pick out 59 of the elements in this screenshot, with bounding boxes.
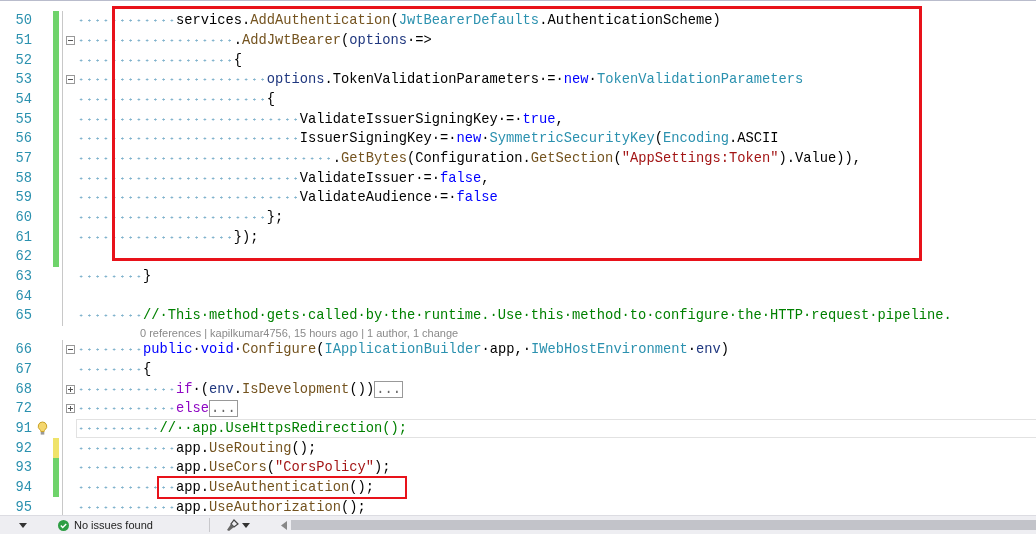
line-number: 55 [14, 111, 32, 127]
code-line: }); [77, 229, 259, 245]
check-circle-icon [58, 519, 69, 531]
code-line: services.AddAuthentication(JwtBearerDefaults.AuthenticationScheme) [77, 13, 721, 29]
expand-icon[interactable] [65, 384, 75, 394]
code-line: IssuerSigningKey·=·new·SymmetricSecurityKey(Encoding.ASCII [77, 131, 779, 147]
line-number: 91 [14, 421, 32, 437]
caret-icon[interactable] [19, 522, 27, 528]
status-message: No issues found [74, 519, 153, 531]
code-line: app.UseAuthorization(); [77, 499, 366, 515]
horizontal-scrollbar[interactable] [290, 520, 1036, 530]
code-line: app.UseCors("CorsPolicy"); [77, 460, 391, 476]
line-number: 63 [14, 268, 32, 284]
line-number: 53 [14, 72, 32, 88]
line-number: 68 [14, 381, 32, 397]
code-line: } [77, 268, 152, 284]
line-number: 67 [14, 362, 32, 378]
collapse-icon[interactable] [65, 75, 75, 85]
collapse-icon[interactable] [65, 36, 75, 45]
line-number: 92 [14, 440, 32, 456]
code-line: .AddJwtBearer(options·=> [77, 33, 432, 48]
code-line: else... [77, 401, 238, 417]
line-number: 57 [14, 150, 32, 166]
line-number: 59 [14, 190, 32, 206]
line-number: 51 [14, 33, 32, 48]
code-line: { [77, 362, 152, 378]
codelens-info[interactable]: 0 references | kapilkumar4756, 15 hours ago | 1 author, 1 change [140, 326, 459, 339]
brush-icon[interactable] [225, 518, 239, 532]
line-number: 66 [14, 342, 32, 358]
code-line: { [77, 52, 243, 68]
line-number: 62 [14, 249, 32, 265]
line-number: 54 [14, 91, 32, 107]
line-number: 50 [14, 13, 32, 29]
line-number: 56 [14, 131, 32, 147]
code-line: //·This·method·gets·called·by·the·runtime.·Use·this·method·to·configure·the·HTTP·request·pipeline. [77, 308, 952, 324]
expand-icon[interactable] [65, 404, 75, 414]
line-number: 93 [14, 460, 32, 476]
code-line: ValidateIssuerSigningKey·=·true, [77, 111, 564, 127]
line-number: 58 [14, 170, 32, 186]
code-line: public·void·Configure(IApplicationBuilder·app,·IWebHostEnvironment·env) [77, 342, 729, 358]
code-line: .GetBytes(Configuration.GetSection("AppSettings:Token").Value)), [77, 150, 861, 166]
code-line: options.TokenValidationParameters·=·new·TokenValidationParameters [77, 72, 804, 88]
caret-icon[interactable] [241, 522, 250, 528]
collapse-icon[interactable] [65, 345, 75, 355]
code-line: app.UseRouting(); [77, 440, 317, 456]
code-line: { [77, 91, 276, 107]
line-number: 60 [14, 209, 32, 225]
line-number: 95 [14, 499, 32, 515]
line-number: 94 [14, 480, 32, 495]
line-number: 61 [14, 229, 32, 245]
line-number: 72 [14, 401, 32, 417]
code-line: app.UseAuthentication(); [77, 480, 375, 495]
lightbulb-icon[interactable] [37, 421, 48, 437]
line-number: 52 [14, 52, 32, 68]
code-line: if·(env.IsDevelopment())... [77, 381, 403, 397]
line-number: 64 [14, 288, 32, 304]
code-line: //··app.UseHttpsRedirection(); [77, 421, 408, 437]
scroll-left-icon[interactable] [280, 520, 287, 530]
line-number: 65 [14, 308, 32, 324]
